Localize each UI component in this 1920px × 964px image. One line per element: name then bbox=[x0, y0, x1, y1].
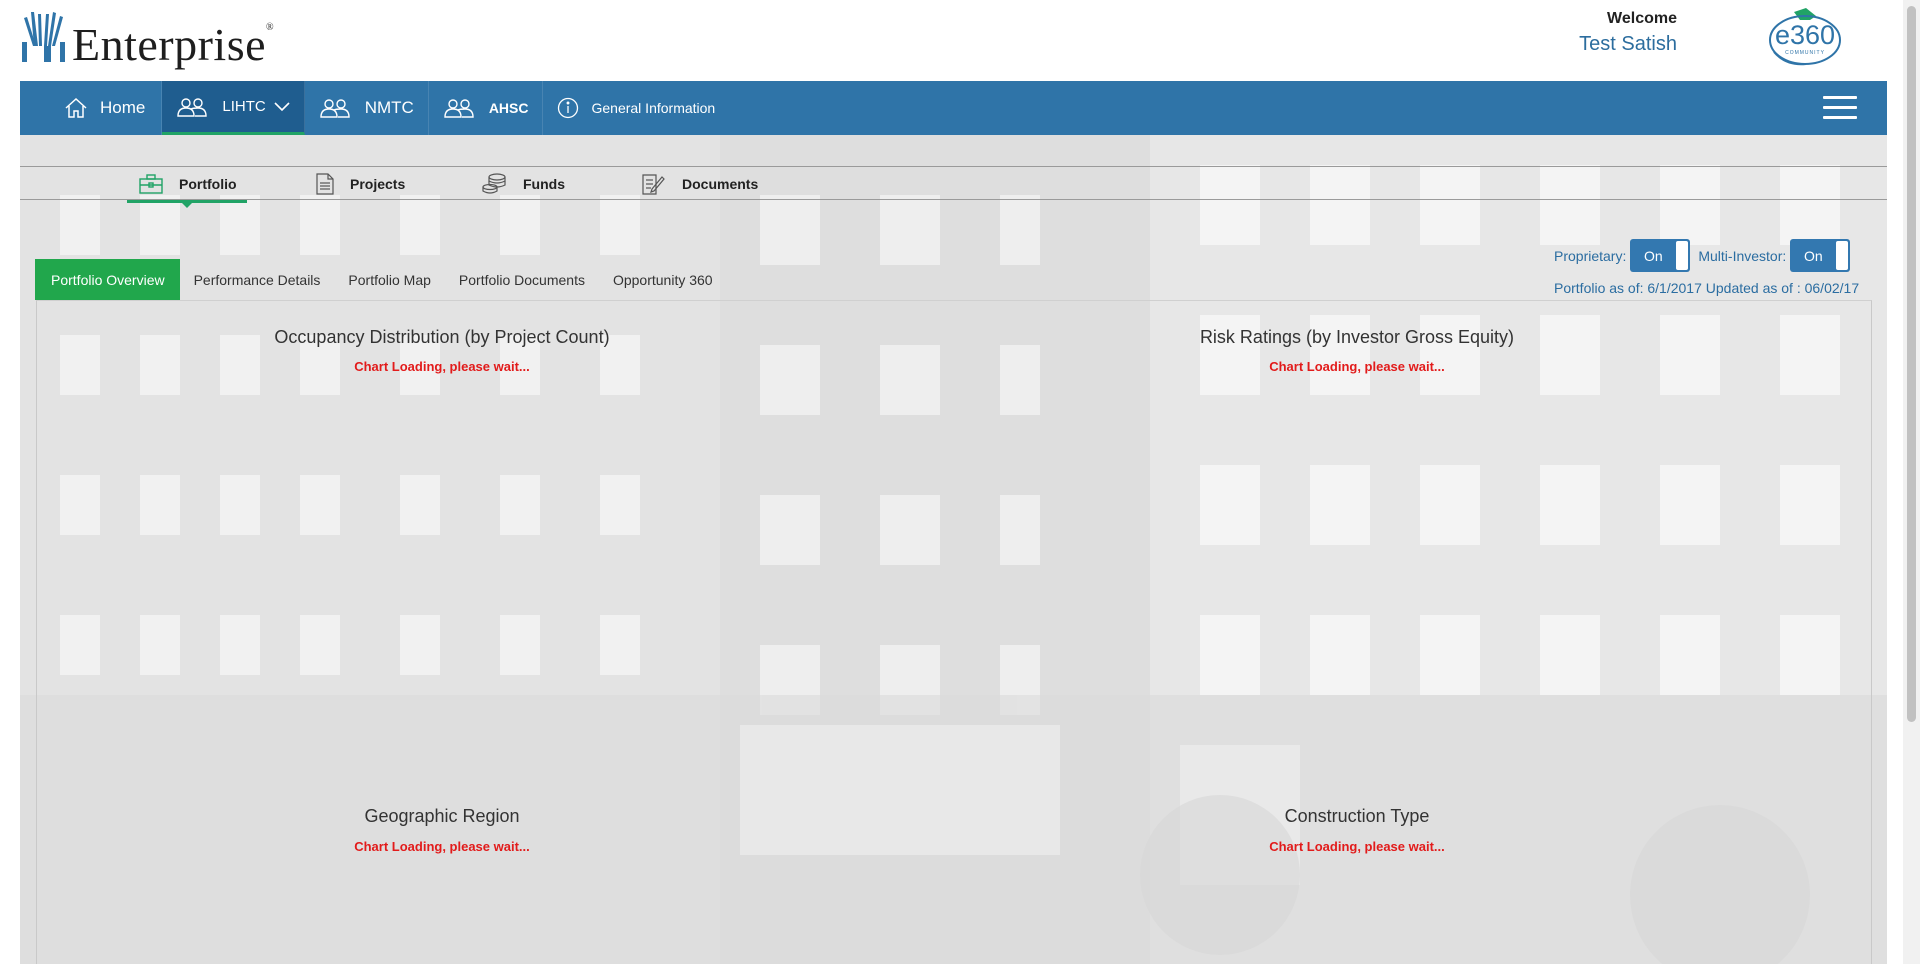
e360-text: e360 bbox=[1775, 20, 1835, 50]
chart-title-risk-ratings: Risk Ratings (by Investor Gross Equity) bbox=[1199, 327, 1515, 347]
briefcase-icon bbox=[139, 173, 163, 194]
multi-investor-label: Multi-Investor: bbox=[1698, 247, 1787, 264]
subnav-item-portfolio[interactable]: Portfolio bbox=[127, 167, 247, 208]
subnav-label-documents: Documents bbox=[682, 176, 759, 192]
chart-loading-construction-type: Chart Loading, please wait... bbox=[1269, 839, 1445, 854]
portfolio-as-of: Portfolio as of: 6/1/2017 Updated as of … bbox=[1554, 280, 1860, 296]
nav-label-ahsc: AHSC bbox=[488, 100, 529, 116]
chart-loading-geographic-region: Chart Loading, please wait... bbox=[354, 839, 530, 854]
header: Enterprise® Welcome Test Satish e360 COM… bbox=[0, 0, 1920, 81]
multi-investor-toggle-state: On bbox=[1803, 247, 1823, 264]
subnav-item-documents[interactable]: Documents bbox=[642, 167, 758, 201]
vertical-scrollbar[interactable] bbox=[1903, 0, 1920, 964]
chart-loading-occupancy: Chart Loading, please wait... bbox=[354, 359, 530, 374]
tab-portfolio-documents[interactable]: Portfolio Documents bbox=[445, 259, 599, 300]
nav-label-general-information: General Information bbox=[591, 100, 716, 116]
chart-title-geographic-region: Geographic Region bbox=[364, 806, 520, 826]
enterprise-logo[interactable]: Enterprise® bbox=[22, 12, 275, 68]
welcome-label: Welcome bbox=[1607, 10, 1677, 27]
people-icon bbox=[176, 97, 210, 117]
coins-icon bbox=[481, 173, 507, 195]
subnav-label-portfolio: Portfolio bbox=[179, 175, 237, 192]
e360-community-badge[interactable]: e360 COMMUNITY bbox=[1766, 8, 1844, 75]
toggle-knob bbox=[1676, 241, 1689, 270]
chart-loading-risk-ratings: Chart Loading, please wait... bbox=[1269, 359, 1445, 374]
multi-investor-toggle[interactable]: On bbox=[1790, 239, 1851, 272]
nav-item-nmtc[interactable]: NMTC bbox=[305, 81, 429, 135]
nav-item-lihtc[interactable]: LIHTC bbox=[162, 81, 305, 135]
portfolio-tabs: Portfolio Overview Performance Details P… bbox=[35, 259, 727, 300]
nav-item-home[interactable]: Home bbox=[20, 81, 163, 135]
hamburger-menu-icon[interactable] bbox=[1823, 96, 1857, 120]
subnav-item-projects[interactable]: Projects bbox=[316, 167, 405, 201]
tab-performance-details[interactable]: Performance Details bbox=[180, 259, 335, 300]
filter-toggles: Proprietary: On Multi-Investor: On bbox=[1554, 239, 1858, 272]
subnav-item-funds[interactable]: Funds bbox=[481, 167, 565, 201]
enterprise-logo-icon bbox=[22, 12, 65, 62]
subnav-label-projects: Projects bbox=[350, 176, 406, 192]
nav-item-ahsc[interactable]: AHSC bbox=[429, 81, 544, 135]
subnav-label-funds: Funds bbox=[523, 176, 565, 192]
toggle-knob bbox=[1836, 241, 1849, 270]
user-name[interactable]: Test Satish bbox=[1579, 33, 1677, 56]
chart-title-occupancy: Occupancy Distribution (by Project Count… bbox=[274, 327, 610, 347]
tab-portfolio-overview[interactable]: Portfolio Overview bbox=[35, 259, 180, 300]
logo-text: Enterprise bbox=[72, 19, 267, 70]
proprietary-toggle[interactable]: On bbox=[1630, 239, 1691, 272]
scrollbar-thumb[interactable] bbox=[1907, 6, 1916, 722]
proprietary-label: Proprietary: bbox=[1554, 247, 1627, 264]
welcome-block: Welcome Test Satish bbox=[1579, 10, 1677, 56]
chevron-down-icon bbox=[274, 101, 290, 112]
tab-portfolio-map[interactable]: Portfolio Map bbox=[334, 259, 444, 300]
main-nav: Home LIHTC NMTC AHSC General Information bbox=[20, 81, 1887, 135]
home-icon bbox=[64, 97, 88, 119]
nav-item-general-information[interactable]: General Information bbox=[543, 81, 729, 135]
tab-opportunity-360[interactable]: Opportunity 360 bbox=[599, 259, 727, 300]
nav-label-home: Home bbox=[100, 98, 146, 117]
portfolio-overview-panel: Occupancy Distribution (by Project Count… bbox=[36, 300, 1872, 964]
document-icon bbox=[316, 173, 334, 195]
people-icon bbox=[443, 98, 477, 118]
edit-document-icon bbox=[642, 173, 666, 195]
people-icon bbox=[319, 98, 353, 118]
proprietary-toggle-state: On bbox=[1644, 247, 1663, 264]
chart-title-construction-type: Construction Type bbox=[1284, 806, 1430, 826]
info-icon bbox=[557, 97, 579, 119]
community-text: COMMUNITY bbox=[1785, 50, 1825, 56]
nav-label-lihtc: LIHTC bbox=[222, 98, 266, 115]
registered-mark: ® bbox=[266, 21, 275, 33]
sub-nav: Portfolio Projects Funds Documents bbox=[20, 166, 1887, 208]
nav-label-nmtc: NMTC bbox=[364, 98, 414, 117]
